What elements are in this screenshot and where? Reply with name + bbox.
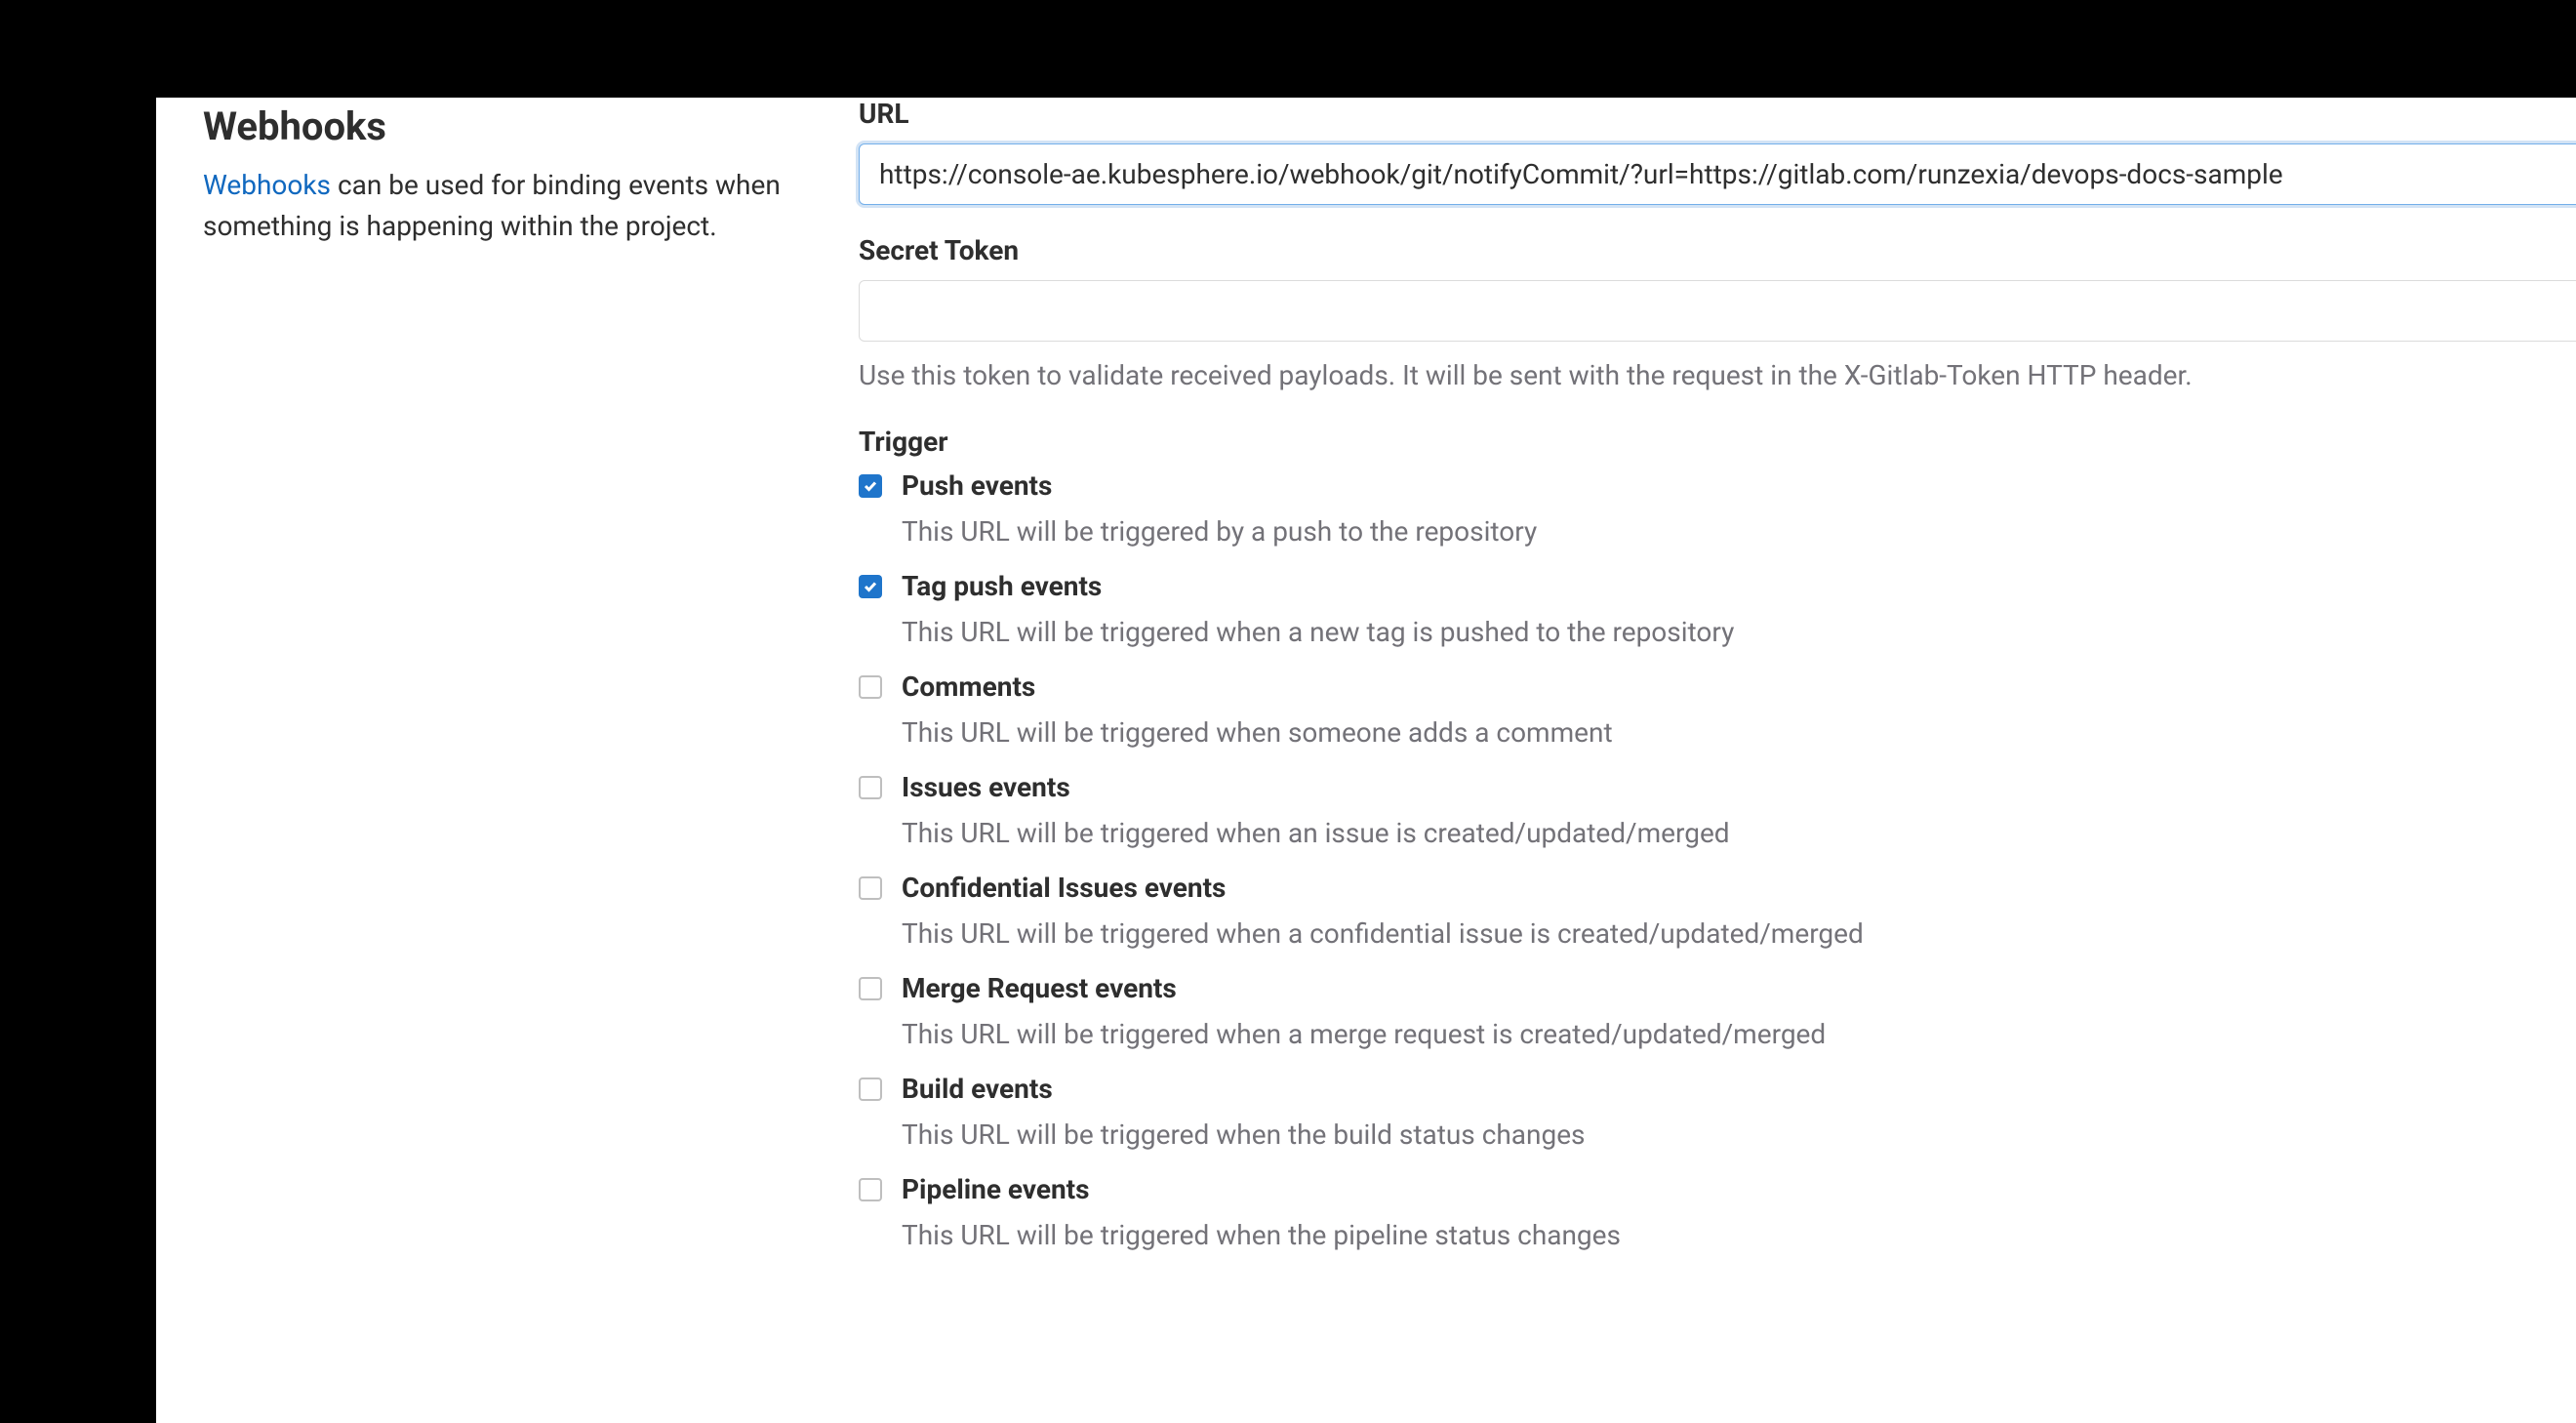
section-title: Webhooks (203, 103, 859, 149)
check-icon (863, 579, 878, 594)
trigger-header: Build events (859, 1073, 2576, 1105)
content-wrapper: Webhooks Webhooks can be used for bindin… (156, 98, 2576, 1274)
secret-field-group: Secret Token Use this token to validate … (859, 234, 2576, 396)
form-main: URL Secret Token Use this token to valid… (859, 98, 2576, 1274)
trigger-header: Push events (859, 469, 2576, 502)
trigger-name[interactable]: Push events (902, 469, 1052, 502)
trigger-description: This URL will be triggered when the buil… (902, 1115, 2576, 1156)
triggers-container: Push events This URL will be triggered by… (859, 469, 2576, 1256)
trigger-name[interactable]: Tag push events (902, 570, 1102, 602)
trigger-item: Pipeline events This URL will be triggere… (859, 1173, 2576, 1256)
trigger-item: Build events This URL will be triggered w… (859, 1073, 2576, 1156)
trigger-header: Confidential Issues events (859, 872, 2576, 904)
url-label: URL (859, 98, 2576, 130)
trigger-item: Comments This URL will be triggered when … (859, 671, 2576, 753)
webhooks-link[interactable]: Webhooks (203, 169, 331, 201)
trigger-item: Push events This URL will be triggered by… (859, 469, 2576, 552)
url-input[interactable] (859, 143, 2576, 205)
trigger-checkbox[interactable] (859, 474, 882, 498)
trigger-item: Merge Request events This URL will be tri… (859, 972, 2576, 1055)
trigger-name[interactable]: Merge Request events (902, 972, 1177, 1004)
trigger-checkbox[interactable] (859, 675, 882, 699)
trigger-name[interactable]: Issues events (902, 771, 1070, 803)
trigger-description: This URL will be triggered when a confid… (902, 914, 2576, 955)
trigger-description: This URL will be triggered when a new ta… (902, 612, 2576, 653)
section-description: Webhooks can be used for binding events … (203, 165, 859, 247)
trigger-header: Issues events (859, 771, 2576, 803)
trigger-description: This URL will be triggered by a push to … (902, 511, 2576, 552)
check-icon (863, 478, 878, 494)
trigger-header: Merge Request events (859, 972, 2576, 1004)
trigger-section-label: Trigger (859, 426, 2576, 458)
trigger-item: Tag push events This URL will be triggere… (859, 570, 2576, 653)
trigger-name[interactable]: Confidential Issues events (902, 872, 1226, 904)
trigger-description: This URL will be triggered when the pipe… (902, 1215, 2576, 1256)
trigger-name[interactable]: Comments (902, 671, 1035, 703)
trigger-checkbox[interactable] (859, 776, 882, 799)
trigger-checkbox[interactable] (859, 1077, 882, 1101)
url-field-group: URL (859, 98, 2576, 205)
trigger-header: Tag push events (859, 570, 2576, 602)
secret-token-input[interactable] (859, 280, 2576, 342)
trigger-name[interactable]: Build events (902, 1073, 1053, 1105)
trigger-description: This URL will be triggered when an issue… (902, 813, 2576, 854)
trigger-checkbox[interactable] (859, 575, 882, 598)
trigger-item: Issues events This URL will be triggered … (859, 771, 2576, 854)
trigger-checkbox[interactable] (859, 977, 882, 1000)
trigger-header: Comments (859, 671, 2576, 703)
settings-panel: Webhooks Webhooks can be used for bindin… (156, 98, 2576, 1423)
secret-help-text: Use this token to validate received payl… (859, 355, 2576, 396)
trigger-item: Confidential Issues events This URL will … (859, 872, 2576, 955)
sidebar: Webhooks Webhooks can be used for bindin… (203, 98, 859, 1274)
secret-label: Secret Token (859, 234, 2576, 266)
trigger-checkbox[interactable] (859, 1178, 882, 1201)
trigger-description: This URL will be triggered when a merge … (902, 1014, 2576, 1055)
trigger-header: Pipeline events (859, 1173, 2576, 1205)
trigger-checkbox[interactable] (859, 876, 882, 900)
trigger-name[interactable]: Pipeline events (902, 1173, 1090, 1205)
trigger-description: This URL will be triggered when someone … (902, 712, 2576, 753)
